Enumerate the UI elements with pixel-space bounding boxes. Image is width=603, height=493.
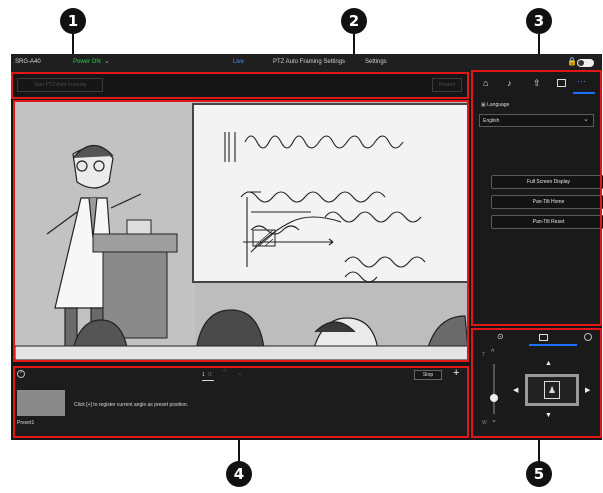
callout-1-region [11,72,469,99]
tab-ptz-auto-framing-settings[interactable]: PTZ Auto Framing Settings [273,59,345,65]
power-status[interactable]: Power ON [73,59,101,65]
callout-2: 2 [341,8,367,34]
app-window: SRG-A40 Power ON ⌄ Live PTZ Auto Framing… [11,54,603,440]
callout-3: 3 [526,8,552,34]
toggle-switch[interactable] [577,59,594,67]
callout-4-line [238,438,240,462]
model-name: SRG-A40 [15,59,41,65]
callout-5-region [471,328,602,438]
tab-live[interactable]: Live [233,59,244,65]
callout-3-region [471,70,602,326]
callout-2-region [13,100,469,362]
callout-4: 4 [226,461,252,487]
callout-5: 5 [526,461,552,487]
callout-4-region [13,366,469,438]
callout-1: 1 [60,8,86,34]
power-chevron-icon[interactable]: ⌄ [104,57,110,65]
lock-icon[interactable]: 🔒 [567,57,577,66]
tab-settings[interactable]: Settings [365,59,387,65]
